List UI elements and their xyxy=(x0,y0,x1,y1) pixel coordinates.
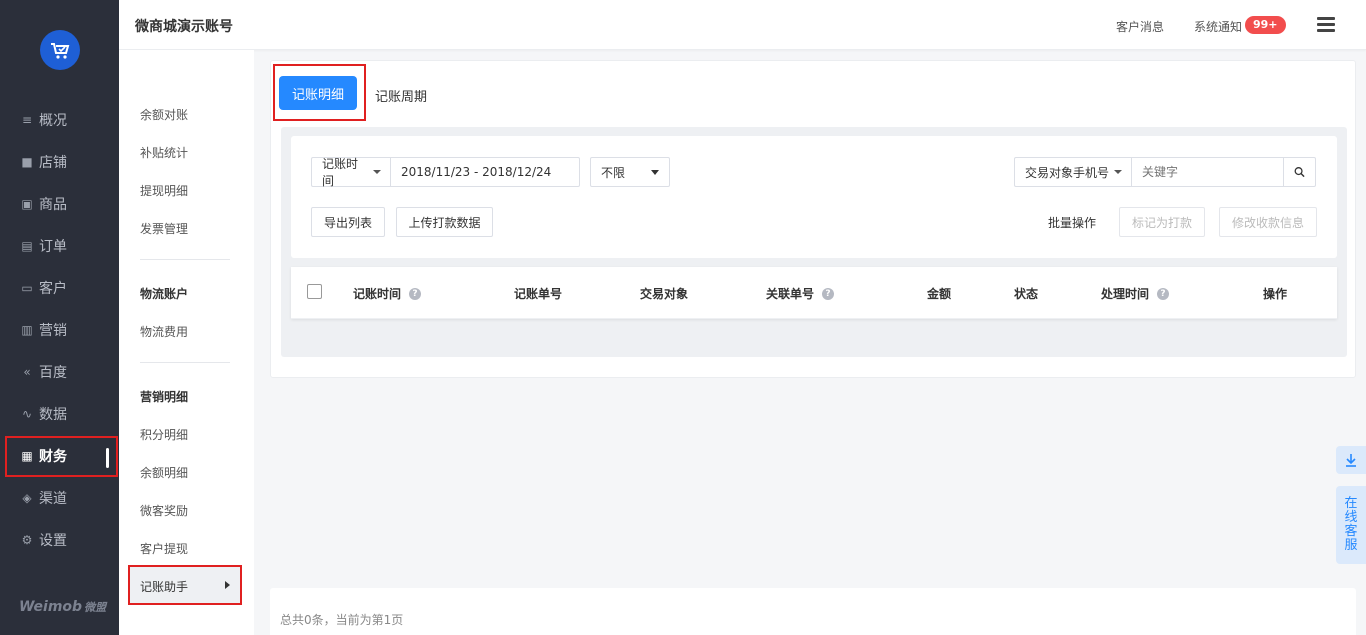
nav-item-customer[interactable]: ▭ 客户 xyxy=(0,270,119,306)
col-header-number: 记账单号 xyxy=(514,287,563,301)
help-icon[interactable]: ? xyxy=(822,287,835,300)
goods-icon: ▣ xyxy=(21,197,33,211)
nav-item-order[interactable]: ▤ 订单 xyxy=(0,228,119,264)
subnav-points-detail[interactable]: 积分明细 xyxy=(140,426,188,443)
baidu-icon: « xyxy=(23,365,31,379)
edit-payee-info-button[interactable]: 修改收款信息 xyxy=(1219,207,1317,237)
caret-down-icon xyxy=(1114,170,1122,174)
download-float-button[interactable] xyxy=(1336,446,1366,474)
channel-icon: ◈ xyxy=(22,491,32,505)
customer-message-link[interactable]: 客户消息 xyxy=(1116,18,1164,35)
marketing-icon: ▥ xyxy=(21,323,33,337)
customer-icon: ▭ xyxy=(21,281,33,295)
cart-logo-icon[interactable] xyxy=(40,30,80,70)
col-header-time: 记账时间? xyxy=(353,285,422,302)
nav-item-goods[interactable]: ▣ 商品 xyxy=(0,186,119,222)
highlight-box-finance xyxy=(5,436,118,477)
top-header: 微商城演示账号 客户消息 系统通知 99+ xyxy=(119,0,1366,50)
online-service-button[interactable]: 在 线 客 服 xyxy=(1336,486,1366,564)
subnav-bookkeeping-assistant[interactable]: 记账助手 xyxy=(128,565,242,605)
main-panel: 记账明细 记账周期 记账时间 2018/11/23 - 2018/12/24 不… xyxy=(270,60,1356,378)
subnav-balance-check[interactable]: 余额对账 xyxy=(140,106,188,123)
notice-count-badge: 99+ xyxy=(1245,16,1286,34)
search-input[interactable] xyxy=(1131,157,1284,187)
records-table-header: 记账时间? 记账单号 交易对象 关联单号? 金额 状态 处理时间? 操作 xyxy=(291,267,1337,319)
col-header-status: 状态 xyxy=(1014,287,1039,301)
search-icon xyxy=(1294,167,1305,178)
nav-item-settings[interactable]: ⚙ 设置 xyxy=(0,522,119,558)
order-icon: ▤ xyxy=(21,239,33,253)
status-select[interactable]: 不限 xyxy=(590,157,670,187)
batch-operation-label: 批量操作 xyxy=(1048,216,1097,230)
subnav-logistics-fee[interactable]: 物流费用 xyxy=(140,323,188,340)
subnav-invoice-mgmt[interactable]: 发票管理 xyxy=(140,220,188,237)
col-header-process-time: 处理时间? xyxy=(1101,285,1170,302)
brand-logo: Weimob 微盟 xyxy=(19,599,107,615)
divider xyxy=(140,259,230,260)
nav-item-data[interactable]: ∿ 数据 xyxy=(0,396,119,432)
caret-down-icon xyxy=(373,170,381,174)
nav-item-overview[interactable]: ≡ 概况 xyxy=(0,102,119,138)
help-icon[interactable]: ? xyxy=(1157,287,1170,300)
data-icon: ∿ xyxy=(21,407,33,421)
divider xyxy=(140,362,230,363)
content-area: 记账时间 2018/11/23 - 2018/12/24 不限 交易对象手机号 … xyxy=(281,127,1347,357)
pagination-summary: 总共0条，当前为第1页 xyxy=(280,613,404,627)
col-header-party: 交易对象 xyxy=(640,287,689,301)
subnav-weike-reward[interactable]: 微客奖励 xyxy=(140,502,188,519)
finance-subnav: 余额对账 补贴统计 提现明细 发票管理 物流账户 物流费用 营销明细 积分明细 … xyxy=(119,50,254,635)
nav-item-baidu[interactable]: «百度 xyxy=(0,354,119,390)
caret-right-icon xyxy=(225,581,230,589)
tab-bookkeeping-cycle[interactable]: 记账周期 xyxy=(375,86,427,105)
tab-bookkeeping-detail[interactable]: 记账明细 xyxy=(279,76,357,110)
col-header-amount: 金额 xyxy=(927,287,952,301)
time-type-dropdown[interactable]: 记账时间 xyxy=(311,157,391,188)
filter-card: 记账时间 2018/11/23 - 2018/12/24 不限 交易对象手机号 … xyxy=(291,136,1337,258)
upload-payment-data-button[interactable]: 上传打款数据 xyxy=(396,207,493,237)
select-all-checkbox[interactable] xyxy=(307,284,322,299)
subnav-logistics-heading: 物流账户 xyxy=(140,287,189,301)
overview-icon: ≡ xyxy=(21,113,33,127)
main-nav: ≡ 概况 ■ 店铺 ▣ 商品 ▤ 订单 ▭ 客户 ▥ 营销 «百度 ∿ 数据 ▦ 财务 ◈ 渠道 … xyxy=(0,0,119,635)
download-icon xyxy=(1346,454,1356,467)
hamburger-menu-icon[interactable] xyxy=(1317,17,1335,33)
subnav-subsidy-stats[interactable]: 补贴统计 xyxy=(140,144,188,161)
col-header-ops: 操作 xyxy=(1263,287,1288,301)
subnav-marketing-heading: 营销明细 xyxy=(140,390,189,404)
pagination-footer: 总共0条，当前为第1页 xyxy=(270,588,1356,635)
account-title: 微商城演示账号 xyxy=(135,19,233,35)
store-icon: ■ xyxy=(21,155,33,169)
date-range-input[interactable]: 2018/11/23 - 2018/12/24 xyxy=(390,157,580,187)
subnav-balance-detail[interactable]: 余额明细 xyxy=(140,464,188,481)
help-icon[interactable]: ? xyxy=(409,287,422,300)
subnav-withdraw-detail[interactable]: 提现明细 xyxy=(140,182,188,199)
nav-item-channel[interactable]: ◈ 渠道 xyxy=(0,480,119,516)
settings-icon: ⚙ xyxy=(21,533,33,547)
subnav-customer-withdraw[interactable]: 客户提现 xyxy=(140,540,188,557)
search-field-dropdown[interactable]: 交易对象手机号 xyxy=(1014,157,1132,187)
mark-as-paid-button[interactable]: 标记为打款 xyxy=(1119,207,1205,237)
export-list-button[interactable]: 导出列表 xyxy=(311,207,385,237)
col-header-related: 关联单号? xyxy=(766,285,835,302)
nav-item-marketing[interactable]: ▥ 营销 xyxy=(0,312,119,348)
search-button[interactable] xyxy=(1283,157,1316,187)
select-caret-icon xyxy=(651,169,659,175)
system-notice-link[interactable]: 系统通知 xyxy=(1194,18,1242,35)
nav-item-store[interactable]: ■ 店铺 xyxy=(0,144,119,180)
